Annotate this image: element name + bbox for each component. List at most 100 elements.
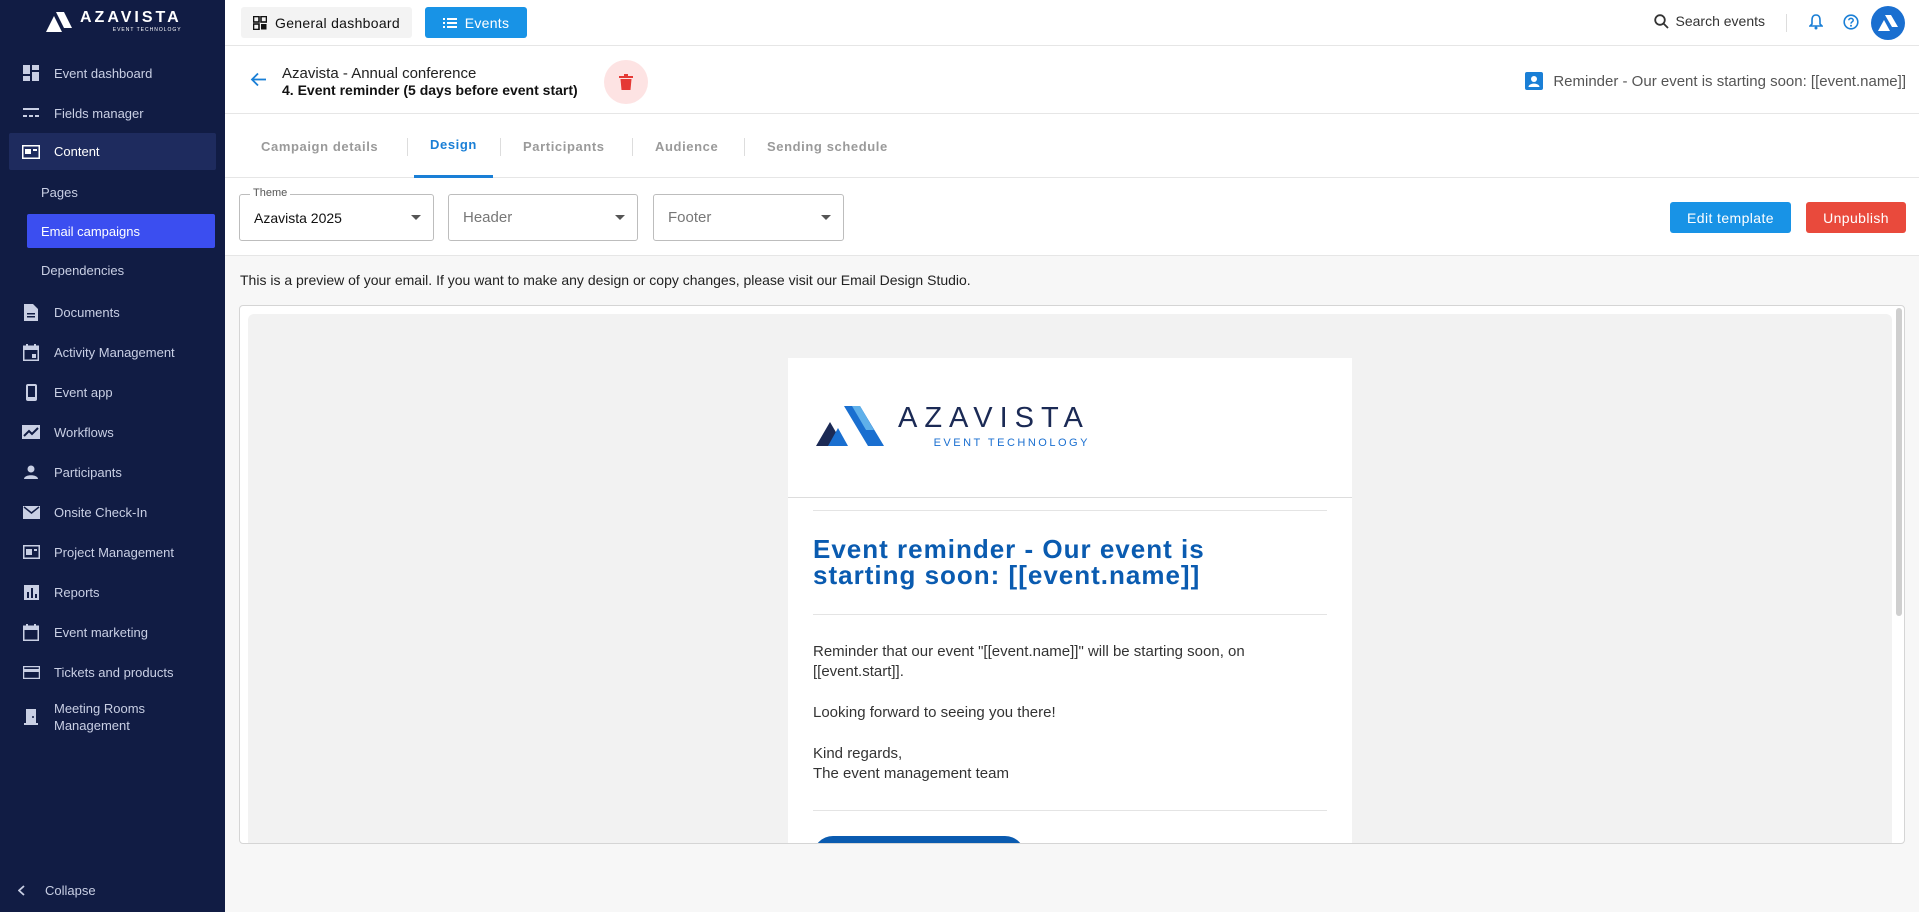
- email-cta-button[interactable]: [813, 836, 1025, 843]
- sidebar-item-event-dashboard[interactable]: Event dashboard: [0, 53, 225, 93]
- delete-button[interactable]: [604, 60, 648, 104]
- arrow-left-icon: [250, 72, 266, 87]
- sidebar-item-label: Event dashboard: [54, 65, 153, 81]
- email-logo-subtitle: EVENT TECHNOLOGY: [933, 437, 1090, 449]
- tab-audience[interactable]: Audience: [655, 114, 718, 178]
- divider: [1786, 14, 1787, 32]
- unpublish-button[interactable]: Unpublish: [1806, 202, 1906, 233]
- edit-template-button[interactable]: Edit template: [1670, 202, 1791, 233]
- events-label: Events: [464, 14, 510, 31]
- tab-campaign-details[interactable]: Campaign details: [261, 114, 378, 178]
- campaign-tabs: Campaign details Design Participants Aud…: [225, 114, 1919, 178]
- sidebar-subitem-email-campaigns[interactable]: Email campaigns: [27, 214, 215, 248]
- design-toolbar: Theme Azavista 2025 Header Footer Edit t…: [225, 178, 1919, 256]
- sidebar-item-content[interactable]: Content: [9, 133, 216, 170]
- sidebar-item-meeting-rooms[interactable]: Meeting Rooms Management: [0, 692, 225, 742]
- azavista-logo-icon: [46, 11, 72, 32]
- sidebar-item-label: Participants: [54, 464, 122, 480]
- workflow-icon: [22, 423, 40, 441]
- mail-icon: [22, 503, 40, 521]
- email-subject: Reminder - Our event is starting soon: […: [1525, 72, 1906, 90]
- tab-sending-schedule[interactable]: Sending schedule: [767, 114, 888, 178]
- user-avatar[interactable]: [1871, 6, 1905, 40]
- sidebar-item-label: Project Management: [54, 544, 174, 560]
- calendar-icon: [22, 343, 40, 361]
- search-label: Search events: [1675, 13, 1766, 29]
- theme-label: Theme: [250, 187, 291, 199]
- sidebar-item-label: Activity Management: [54, 344, 175, 360]
- caret-down-icon: [411, 215, 421, 220]
- sidebar-item-documents[interactable]: Documents: [0, 292, 225, 332]
- sidebar-item-label: Event app: [54, 384, 113, 400]
- project-icon: [22, 543, 40, 561]
- sidebar-item-onsite-check-in[interactable]: Onsite Check-In: [0, 492, 225, 532]
- brand-subtitle: EVENT TECHNOLOGY: [112, 27, 182, 33]
- general-dashboard-label: General dashboard: [275, 14, 400, 31]
- collapse-button[interactable]: Collapse: [18, 883, 96, 898]
- brand-logo[interactable]: AZAVISTA EVENT TECHNOLOGY: [44, 10, 182, 33]
- caret-down-icon: [615, 215, 625, 220]
- events-button[interactable]: Events: [425, 7, 527, 38]
- email-preview-frame[interactable]: AZAVISTA EVENT TECHNOLOGY Event reminder…: [239, 305, 1905, 844]
- bell-icon: [1808, 14, 1824, 30]
- sidebar-item-label: Documents: [54, 304, 120, 320]
- sidebar-item-participants[interactable]: Participants: [0, 452, 225, 492]
- list-icon: [442, 17, 457, 28]
- caret-down-icon: [821, 215, 831, 220]
- sidebar-item-fields-manager[interactable]: Fields manager: [0, 93, 225, 133]
- sidebar-item-label: Workflows: [54, 424, 114, 440]
- tab-design[interactable]: Design: [414, 114, 493, 178]
- divider: [813, 510, 1327, 511]
- campaign-header: Azavista - Annual conference 4. Event re…: [225, 46, 1919, 114]
- divider: [813, 810, 1327, 811]
- sidebar-item-label: Tickets and products: [54, 664, 174, 680]
- azavista-logo-icon: [816, 405, 884, 446]
- brand-name: AZAVISTA: [80, 9, 182, 26]
- sidebar-item-reports[interactable]: Reports: [0, 572, 225, 612]
- sidebar-item-label: Reports: [54, 584, 100, 600]
- azavista-logo-icon: [1878, 15, 1898, 31]
- tab-divider: [407, 138, 408, 156]
- chevron-left-icon: [18, 885, 25, 896]
- general-dashboard-button[interactable]: General dashboard: [241, 7, 412, 38]
- tab-divider: [744, 138, 745, 156]
- help-icon: [1843, 14, 1859, 30]
- tab-divider: [500, 138, 501, 156]
- sidebar-item-project-management[interactable]: Project Management: [0, 532, 225, 572]
- sidebar-subitem-pages[interactable]: Pages: [0, 170, 225, 214]
- notifications-button[interactable]: [1808, 14, 1824, 35]
- collapse-label: Collapse: [45, 883, 96, 898]
- sidebar: AZAVISTA EVENT TECHNOLOGY Event dashboar…: [0, 0, 225, 912]
- event-name: Azavista - Annual conference: [282, 65, 477, 82]
- top-bar: General dashboard Events Search events: [225, 0, 1919, 46]
- sidebar-item-event-app[interactable]: Event app: [0, 372, 225, 412]
- trash-icon: [619, 74, 633, 90]
- email-paragraph: Reminder that our event "[[event.name]]"…: [813, 643, 1245, 680]
- back-button[interactable]: [250, 72, 267, 92]
- theme-value: Azavista 2025: [254, 209, 342, 226]
- sidebar-item-activity-management[interactable]: Activity Management: [0, 332, 225, 372]
- document-icon: [22, 303, 40, 321]
- sidebar-subitem-dependencies[interactable]: Dependencies: [0, 248, 225, 292]
- sidebar-item-workflows[interactable]: Workflows: [0, 412, 225, 452]
- tab-participants[interactable]: Participants: [523, 114, 605, 178]
- footer-select[interactable]: Footer: [653, 194, 844, 241]
- sidebar-nav: Event dashboard Fields manager Content P…: [0, 53, 225, 742]
- email-preview-canvas: AZAVISTA EVENT TECHNOLOGY Event reminder…: [248, 314, 1892, 843]
- tab-divider: [632, 138, 633, 156]
- sidebar-item-tickets-and-products[interactable]: Tickets and products: [0, 652, 225, 692]
- sidebar-item-event-marketing[interactable]: Event marketing: [0, 612, 225, 652]
- search-events[interactable]: Search events: [1653, 13, 1766, 29]
- door-icon: [22, 708, 40, 726]
- sidebar-item-label: Event marketing: [54, 624, 148, 640]
- email-subject-text: Reminder - Our event is starting soon: […: [1553, 72, 1906, 90]
- fields-icon: [22, 104, 40, 122]
- person-icon: [22, 463, 40, 481]
- card-icon: [22, 663, 40, 681]
- email-paragraph: Looking forward to seeing you there!: [813, 704, 1056, 721]
- header-placeholder: Header: [463, 209, 513, 226]
- theme-select[interactable]: Theme Azavista 2025: [239, 187, 434, 241]
- help-button[interactable]: [1843, 14, 1859, 35]
- preview-scrollbar[interactable]: [1896, 308, 1902, 616]
- header-select[interactable]: Header: [448, 194, 638, 241]
